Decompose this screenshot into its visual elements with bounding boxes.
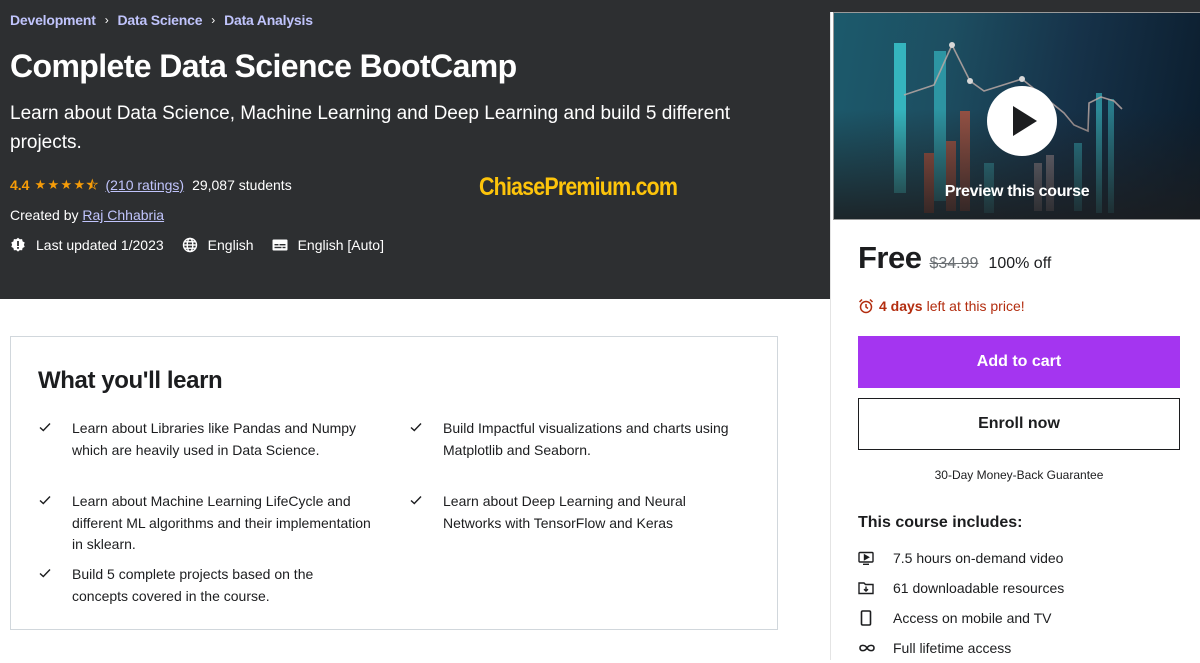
half-star-icon: ★ [86, 177, 99, 192]
mobile-icon [860, 610, 872, 626]
timer-text: left at this price! [926, 298, 1025, 314]
includes-item-label: 7.5 hours on-demand video [893, 550, 1064, 566]
alarm-clock-icon [858, 298, 874, 314]
check-icon [38, 564, 72, 607]
play-icon[interactable] [987, 86, 1057, 156]
learn-title: What you'll learn [38, 367, 223, 394]
price-row: Free $34.99 100% off [858, 240, 1051, 276]
check-icon [38, 491, 72, 556]
original-price: $34.99 [929, 255, 979, 272]
globe-icon [182, 237, 197, 253]
includes-item: Access on mobile and TV [858, 603, 1064, 633]
captions: English [Auto] [272, 237, 384, 253]
learn-item-text: Learn about Libraries like Pandas and Nu… [72, 420, 357, 458]
purchase-sidebar: Preview this course Free $34.99 100% off… [830, 12, 1200, 660]
rating-value: 4.4 [10, 177, 30, 193]
header-extension [830, 0, 1200, 12]
course-preview-video[interactable]: Preview this course [833, 12, 1200, 220]
created-by-label: Created by [10, 207, 79, 223]
check-icon [38, 418, 72, 461]
learn-item: Learn about Machine Learning LifeCycle a… [38, 491, 372, 556]
language: English [182, 237, 254, 253]
created-by: Created by Raj Chhabria [10, 207, 164, 223]
money-back-guarantee: 30-Day Money-Back Guarantee [934, 468, 1104, 482]
learn-item-text: Build Impactful visualizations and chart… [443, 420, 729, 458]
includes-list: 7.5 hours on-demand video 61 downloadabl… [858, 543, 1064, 663]
check-icon [409, 418, 443, 461]
chevron-right-icon: › [104, 13, 109, 27]
learn-item-text: Learn about Machine Learning LifeCycle a… [72, 493, 371, 552]
learn-item: Learn about Libraries like Pandas and Nu… [38, 418, 372, 461]
ratings-count-link[interactable]: (210 ratings) [105, 177, 184, 193]
add-to-cart-button[interactable]: Add to cart [858, 336, 1180, 388]
enroll-now-button[interactable]: Enroll now [858, 398, 1180, 450]
closed-captions-icon [272, 239, 288, 251]
includes-title: This course includes: [858, 514, 1023, 531]
course-header: Development › Data Science › Data Analys… [0, 0, 830, 299]
infinity-icon [859, 644, 875, 652]
includes-item: Full lifetime access [858, 633, 1064, 663]
price-timer: 4 days left at this price! [858, 298, 1025, 314]
rating-row: 4.4 ★ ★ ★ ★ ★ (210 ratings) 29,087 stude… [10, 177, 292, 193]
language-text: English [207, 237, 254, 253]
star-rating: ★ ★ ★ ★ ★ [34, 177, 99, 192]
includes-item-label: Access on mobile and TV [893, 610, 1052, 626]
breadcrumb: Development › Data Science › Data Analys… [10, 12, 313, 28]
course-title: Complete Data Science BootCamp [10, 48, 517, 84]
discount-percent: 100% off [988, 255, 1052, 272]
preview-label[interactable]: Preview this course [834, 183, 1200, 201]
check-icon [409, 491, 443, 534]
learn-item: Build 5 complete projects based on the c… [38, 564, 372, 607]
includes-item-label: 61 downloadable resources [893, 580, 1065, 596]
download-folder-icon [858, 582, 874, 595]
last-updated: Last updated 1/2023 [10, 237, 164, 253]
learn-item: Learn about Deep Learning and Neural Net… [409, 491, 743, 534]
breadcrumb-development[interactable]: Development [10, 12, 96, 28]
learn-item-text: Learn about Deep Learning and Neural Net… [443, 493, 686, 531]
chevron-right-icon: › [211, 13, 216, 27]
includes-item: 7.5 hours on-demand video [858, 543, 1064, 573]
star-icon: ★ [47, 177, 60, 192]
star-icon: ★ [73, 177, 86, 192]
star-icon: ★ [34, 177, 47, 192]
breadcrumb-data-analysis[interactable]: Data Analysis [224, 12, 313, 28]
captions-text: English [Auto] [297, 237, 384, 253]
breadcrumb-data-science[interactable]: Data Science [118, 12, 203, 28]
last-updated-text: Last updated 1/2023 [36, 237, 164, 253]
current-price: Free [858, 240, 922, 275]
instructor-link[interactable]: Raj Chhabria [82, 207, 164, 223]
star-icon: ★ [60, 177, 73, 192]
includes-item: 61 downloadable resources [858, 573, 1064, 603]
alert-badge-icon [11, 237, 25, 252]
learn-item-text: Build 5 complete projects based on the c… [72, 566, 314, 604]
course-subtitle: Learn about Data Science, Machine Learni… [10, 103, 731, 153]
timer-days: 4 days [879, 298, 923, 314]
what-you-will-learn: What you'll learn Learn about Libraries … [10, 336, 778, 630]
course-meta: Last updated 1/2023 English English [Aut… [10, 237, 402, 253]
students-count: 29,087 students [192, 177, 292, 193]
includes-item-label: Full lifetime access [893, 640, 1012, 656]
watermark-text: ChiasePremium.com [479, 173, 678, 201]
learn-item: Build Impactful visualizations and chart… [409, 418, 743, 461]
video-icon [858, 551, 874, 566]
